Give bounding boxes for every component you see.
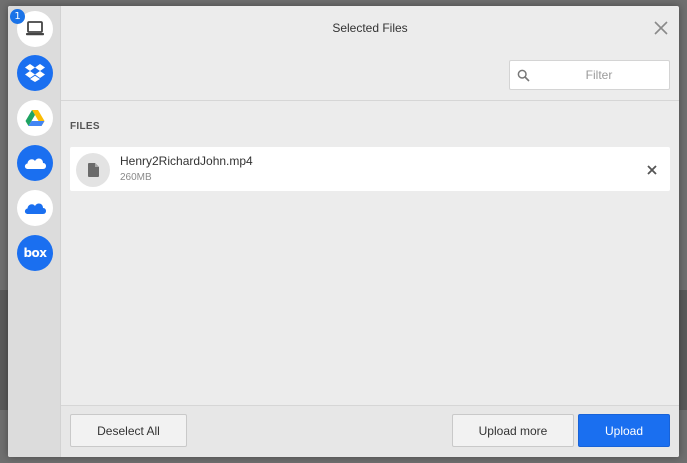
files-panel: FILES Henry2RichardJohn.mp4 260MB — [61, 102, 679, 405]
source-onedrive[interactable] — [17, 145, 53, 181]
file-size: 260MB — [120, 172, 152, 183]
modal-header: Selected Files — [61, 6, 679, 51]
file-thumbnail — [76, 153, 110, 187]
source-dropbox[interactable] — [17, 55, 53, 91]
google-drive-icon — [25, 110, 45, 126]
remove-icon — [647, 165, 657, 175]
files-section-label: FILES — [70, 121, 100, 132]
upload-more-button[interactable]: Upload more — [452, 414, 574, 447]
file-list-item[interactable]: Henry2RichardJohn.mp4 260MB — [70, 147, 670, 191]
file-icon — [87, 163, 99, 177]
source-box[interactable]: box — [17, 235, 53, 271]
box-icon: box — [23, 246, 47, 260]
search-icon — [517, 69, 530, 82]
source-onedrive-business[interactable] — [17, 190, 53, 226]
file-name: Henry2RichardJohn.mp4 — [120, 154, 253, 168]
close-button[interactable] — [653, 20, 669, 36]
modal-footer: Deselect All Upload more Upload — [61, 405, 679, 457]
remove-file-button[interactable] — [646, 163, 658, 175]
source-google-drive[interactable] — [17, 100, 53, 136]
onedrive-icon — [24, 158, 46, 169]
filter-bar — [61, 51, 679, 101]
selected-count-badge: 1 — [10, 9, 25, 24]
modal-title: Selected Files — [332, 21, 408, 35]
upload-button[interactable]: Upload — [578, 414, 670, 447]
deselect-all-button[interactable]: Deselect All — [70, 414, 187, 447]
file-picker-modal: 1 box Selected Files Filter FILES Henry2… — [8, 6, 679, 457]
source-sidebar: 1 box — [8, 6, 61, 457]
close-icon — [654, 21, 668, 35]
filter-field[interactable] — [509, 60, 670, 90]
laptop-icon — [26, 21, 44, 36]
filter-input[interactable] — [540, 66, 658, 84]
onedrive-business-icon — [24, 203, 46, 214]
dropbox-icon — [25, 64, 45, 82]
